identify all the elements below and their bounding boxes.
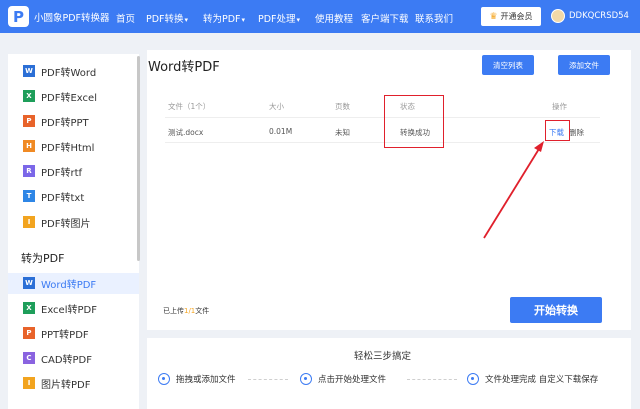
sidebar-item-label: PDF转rtf: [41, 167, 83, 179]
upload-count-prefix: 已上传: [163, 307, 184, 315]
sidebar-item-label: Excel转PDF: [41, 304, 97, 316]
sidebar-item-pdf-to-image[interactable]: I PDF转图片: [23, 214, 90, 230]
cell-pages: 未知: [335, 128, 350, 137]
step-divider: [248, 379, 288, 380]
username[interactable]: DDKQCRSD54: [569, 11, 629, 21]
sidebar-item-label: PDF转图片: [41, 218, 91, 230]
clear-list-button[interactable]: 清空列表: [482, 55, 534, 75]
excel-file-icon: X: [23, 90, 35, 102]
chevron-down-icon: ▾: [184, 16, 189, 24]
app-logo[interactable]: P: [8, 6, 29, 27]
nav-home[interactable]: 首页: [116, 11, 135, 25]
sidebar-item-pdf-to-excel[interactable]: X PDF转Excel: [23, 88, 97, 104]
nav-to-pdf-label: 转为PDF: [203, 14, 241, 25]
step-drag-add: 拖拽或添加文件: [158, 372, 236, 386]
nav-tutorial-label: 使用教程: [315, 14, 354, 25]
nav-to-pdf[interactable]: 转为PDF▾: [203, 11, 245, 25]
annotation-arrow: [483, 141, 544, 239]
ppt-file-icon: P: [23, 115, 35, 127]
sidebar-item-pdf-to-rtf[interactable]: R PDF转rtf: [23, 163, 82, 179]
steps-title: 轻松三步搞定: [354, 351, 412, 362]
column-header-file: 文件（1个）: [168, 102, 211, 111]
nav-pdf-convert-label: PDF转换: [146, 14, 184, 25]
nav-contact[interactable]: 联系我们: [415, 11, 453, 25]
sidebar-item-excel-to-pdf[interactable]: X Excel转PDF: [23, 300, 97, 316]
nav-pdf-convert[interactable]: PDF转换▾: [146, 11, 188, 25]
sidebar-item-label: PDF转txt: [41, 192, 85, 204]
chevron-down-icon: ▾: [296, 16, 301, 24]
html-file-icon: H: [23, 140, 35, 152]
sidebar-item-label: 图片转PDF: [41, 379, 91, 391]
sidebar-item-pdf-to-html[interactable]: H PDF转Html: [23, 138, 94, 154]
cell-file-size: 0.01M: [269, 127, 293, 136]
avatar[interactable]: [551, 9, 565, 23]
main-panel: [147, 50, 631, 330]
word-file-icon: W: [23, 65, 35, 77]
sidebar-item-pdf-to-word[interactable]: W PDF转Word: [23, 63, 96, 79]
download-step-icon: [467, 373, 479, 385]
sidebar-item-label: Word转PDF: [41, 279, 97, 291]
chevron-down-icon: ▾: [241, 16, 246, 24]
brand-name[interactable]: 小圆象PDF转换器: [34, 10, 110, 24]
ppt-file-icon: P: [23, 327, 35, 339]
cell-file-name: 测试.docx: [168, 128, 204, 137]
sidebar-item-label: PDF转Html: [41, 142, 95, 154]
step-label: 点击开始处理文件: [318, 375, 387, 385]
table-divider: [165, 117, 600, 118]
image-file-icon: I: [23, 216, 35, 228]
nav-client-download-label: 客户端下载: [361, 14, 409, 25]
vip-button[interactable]: ♛ 开通会员: [481, 7, 541, 26]
sidebar-item-pdf-to-ppt[interactable]: P PDF转PPT: [23, 113, 89, 129]
upload-step-icon: [158, 373, 170, 385]
add-file-button[interactable]: 添加文件: [558, 55, 610, 75]
nav-home-label: 首页: [116, 14, 136, 25]
crown-icon: ♛: [489, 11, 498, 22]
sidebar-item-pdf-to-txt[interactable]: T PDF转txt: [23, 188, 84, 204]
delete-link[interactable]: 删除: [569, 127, 584, 138]
vip-label: 开通会员: [500, 12, 533, 21]
nav-pdf-process[interactable]: PDF处理▾: [258, 11, 300, 25]
step-download-save: 文件处理完成 自定义下载保存: [467, 372, 598, 386]
nav-client-download[interactable]: 客户端下载: [361, 11, 409, 25]
sidebar-item-cad-to-pdf[interactable]: C CAD转PDF: [23, 350, 92, 366]
column-header-size: 大小: [269, 102, 284, 111]
excel-file-icon: X: [23, 302, 35, 314]
sidebar-item-label: PDF转PPT: [41, 117, 89, 129]
start-convert-button[interactable]: 开始转换: [510, 297, 602, 323]
sidebar-item-label: PDF转Excel: [41, 92, 97, 104]
sidebar-scrollbar[interactable]: [137, 56, 140, 261]
step-label: 文件处理完成 自定义下载保存: [485, 375, 599, 385]
column-header-pages: 页数: [335, 102, 350, 111]
cad-file-icon: C: [23, 352, 35, 364]
step-divider: [407, 379, 457, 380]
nav-pdf-process-label: PDF处理: [258, 14, 296, 25]
image-file-icon: I: [23, 377, 35, 389]
upload-count-suffix: 文件: [195, 307, 210, 315]
step-start-process: 点击开始处理文件: [300, 372, 386, 386]
sidebar-item-ppt-to-pdf[interactable]: P PPT转PDF: [23, 325, 89, 341]
upload-count-value: 1/1: [184, 307, 196, 315]
sidebar-item-image-to-pdf[interactable]: I 图片转PDF: [23, 375, 90, 391]
rtf-file-icon: R: [23, 165, 35, 177]
sidebar-item-word-to-pdf[interactable]: W Word转PDF: [23, 275, 96, 291]
word-file-icon: W: [23, 277, 35, 289]
upload-count: 已上传1/1文件: [163, 306, 209, 316]
column-header-action: 操作: [552, 102, 567, 111]
sidebar-section-title: 转为PDF: [21, 252, 65, 265]
sidebar-item-label: CAD转PDF: [41, 354, 93, 366]
sidebar-item-label: PDF转Word: [41, 67, 97, 79]
sidebar-item-label: PPT转PDF: [41, 329, 89, 341]
step-label: 拖拽或添加文件: [176, 375, 236, 385]
nav-contact-label: 联系我们: [415, 14, 454, 25]
page-title: Word转PDF: [148, 60, 220, 75]
nav-tutorial[interactable]: 使用教程: [315, 11, 353, 25]
status-highlight-box: [384, 95, 444, 148]
txt-file-icon: T: [23, 190, 35, 202]
click-step-icon: [300, 373, 312, 385]
